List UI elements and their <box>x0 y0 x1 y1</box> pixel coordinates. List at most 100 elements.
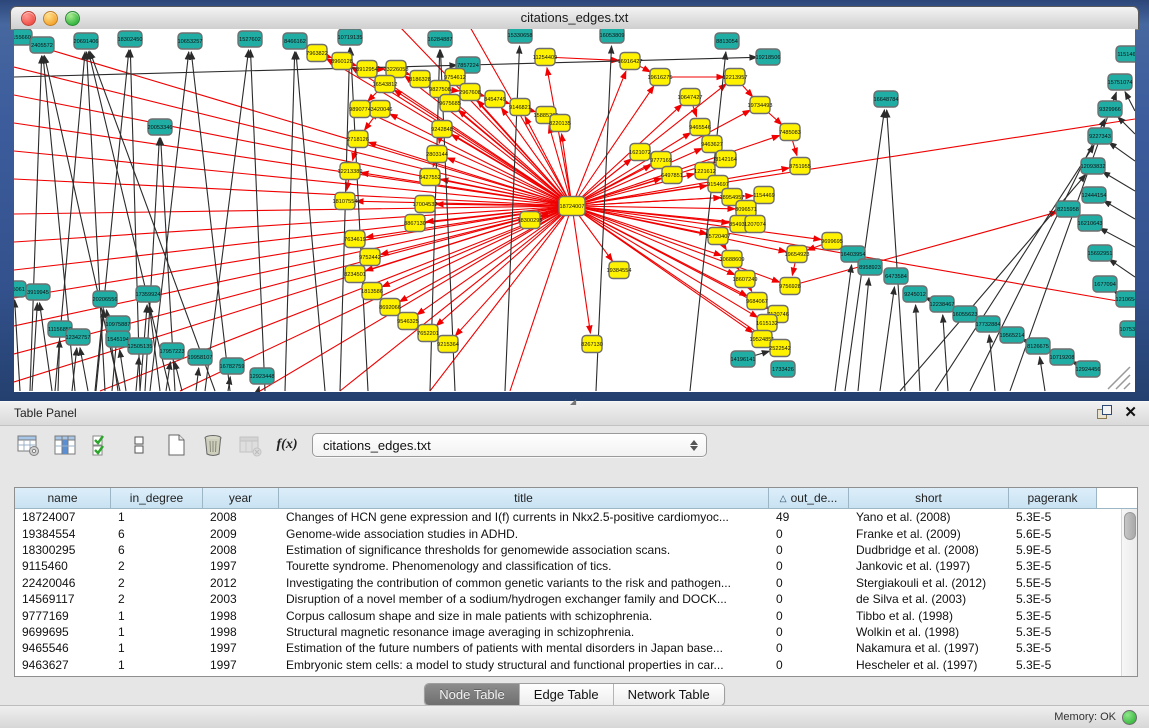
graph-node-label: 1527602 <box>239 37 261 43</box>
graph-node-label: 23420046 <box>368 107 393 113</box>
rows-icon[interactable] <box>127 433 151 457</box>
graph-node-label: 1677094 <box>1094 282 1116 288</box>
minimize-window-button[interactable] <box>43 11 58 26</box>
combobox-value: citations_edges.txt <box>313 438 686 453</box>
graph-node-label: 1813586 <box>361 289 383 295</box>
graph-node-label: 8234501 <box>344 272 366 278</box>
row-selection-icon[interactable] <box>90 433 114 457</box>
graph-node-label: 8867130 <box>404 221 426 227</box>
graph-node-label: 20691406 <box>74 39 99 45</box>
graph-node-label: 17957223 <box>160 349 185 355</box>
table-row[interactable]: 977716911998Corpus callosum shape and si… <box>15 607 1121 623</box>
zoom-window-button[interactable] <box>65 11 80 26</box>
window-controls <box>21 11 80 26</box>
graph-node-label: 8505061 <box>14 287 25 293</box>
graph-node-label: 9752442 <box>359 255 381 261</box>
table-vertical-scrollbar[interactable] <box>1121 509 1137 676</box>
graph-node-label: 8096571 <box>735 207 757 213</box>
graph-node-label: 12923448 <box>250 374 275 380</box>
graph-node-label: 10753442 <box>1120 327 1135 333</box>
graph-node-label: 18300295 <box>518 218 543 224</box>
table-cell: 5.3E-5 <box>1009 510 1097 524</box>
table-cell: 19384554 <box>15 527 111 541</box>
graph-node-label: 16648784 <box>874 97 899 103</box>
graph-node-label: 16916427 <box>618 59 643 65</box>
table-cell: 0 <box>769 641 849 655</box>
graph-node-label: 8912954 <box>356 67 378 73</box>
table-header-row: namein_degreeyeartitle△out_de...shortpag… <box>15 488 1137 509</box>
table-cell: Investigating the contribution of common… <box>279 576 769 590</box>
table-cell: 5.3E-5 <box>1009 592 1097 606</box>
column-header-name[interactable]: name <box>15 488 111 508</box>
new-file-icon[interactable] <box>164 433 188 457</box>
table-cell: Estimation of the future numbers of pati… <box>279 641 769 655</box>
graph-node-label: 1221612 <box>694 169 716 175</box>
column-header-out_de[interactable]: △out_de... <box>769 488 849 508</box>
table-cell: 5.3E-5 <box>1009 641 1097 655</box>
close-panel-icon[interactable]: ✕ <box>1124 405 1137 420</box>
graph-node-label: 7963822 <box>306 51 328 57</box>
memory-status-label: Memory: OK <box>1054 711 1116 723</box>
table-cell: 9699695 <box>15 625 111 639</box>
graph-node-label: 8126675 <box>1027 344 1049 350</box>
table-cell: 9777169 <box>15 609 111 623</box>
table-cell: 0 <box>769 609 849 623</box>
column-header-year[interactable]: year <box>203 488 279 508</box>
graph-node-label: 12213389 <box>338 169 363 175</box>
table-row[interactable]: 1938455462009Genome-wide association stu… <box>15 525 1121 541</box>
network-window-titlebar[interactable]: citations_edges.txt <box>10 6 1139 30</box>
graph-node-label: 9155660 <box>14 35 31 41</box>
float-panel-icon[interactable] <box>1097 405 1112 420</box>
column-header-short[interactable]: short <box>849 488 1009 508</box>
table-row[interactable]: 946362711997Embryonic stem cells: a mode… <box>15 657 1121 673</box>
column-header-in_degree[interactable]: in_degree <box>111 488 203 508</box>
table-row[interactable]: 2242004622012Investigating the contribut… <box>15 575 1121 591</box>
table-cell: Hescheler et al. (1997) <box>849 658 1009 672</box>
table-row[interactable]: 1456911722003Disruption of a novel membe… <box>15 591 1121 607</box>
graph-node-label: 8692066 <box>379 305 401 311</box>
graph-node-label: 16543812 <box>373 82 398 88</box>
table-row[interactable]: 1872400712008Changes of HCN gene express… <box>15 509 1121 525</box>
column-header-pagerank[interactable]: pagerank <box>1009 488 1097 508</box>
node-table: namein_degreeyeartitle△out_de...shortpag… <box>14 487 1138 677</box>
graph-node-label: 9215364 <box>437 342 459 348</box>
table-row[interactable]: 911546021997Tourette syndrome. Phenomeno… <box>15 558 1121 574</box>
table-body[interactable]: 1872400712008Changes of HCN gene express… <box>15 509 1121 676</box>
table-settings-icon[interactable] <box>16 433 40 457</box>
table-cell: Tourette syndrome. Phenomenology and cla… <box>279 559 769 573</box>
scrollbar-thumb[interactable] <box>1124 512 1136 540</box>
table-row[interactable]: 1830029562008Estimation of significance … <box>15 542 1121 558</box>
tab-network-table[interactable]: Network Table <box>614 684 724 705</box>
graph-node-label: 15720407 <box>706 234 731 240</box>
combobox-stepper-icon <box>686 440 702 451</box>
table-cell: Nakamura et al. (1997) <box>849 641 1009 655</box>
table-cell: Dudbridge et al. (2008) <box>849 543 1009 557</box>
graph-node-label: 1151468 <box>1117 52 1135 58</box>
table-cell: Yano et al. (2008) <box>849 510 1009 524</box>
table-cell: 5.9E-5 <box>1009 543 1097 557</box>
close-window-button[interactable] <box>21 11 36 26</box>
table-cell: 18724007 <box>15 510 111 524</box>
citation-network-graph[interactable]: 9155660240557220691406183024501065325715… <box>14 29 1135 392</box>
graph-node-label: 2405572 <box>31 43 53 49</box>
graph-node-label: 12444154 <box>1082 193 1107 199</box>
graph-node-label: 12093832 <box>1081 164 1106 170</box>
graph-node-label: 8454749 <box>484 97 506 103</box>
resize-grip-icon[interactable] <box>1104 365 1134 391</box>
function-builder-icon[interactable]: f(x) <box>275 433 299 457</box>
graph-node-label: 10975887 <box>106 322 131 328</box>
column-visibility-icon[interactable] <box>53 433 77 457</box>
table-row[interactable]: 946554611997Estimation of the future num… <box>15 640 1121 656</box>
graph-node-label: 8751955 <box>789 164 811 170</box>
delete-trash-icon[interactable] <box>201 433 225 457</box>
graph-node-label: 18724007 <box>560 204 585 210</box>
network-canvas[interactable]: 9155660240557220691406183024501065325715… <box>14 29 1135 392</box>
tab-node-table[interactable]: Node Table <box>425 684 520 705</box>
graph-node-label: 9890774 <box>349 107 371 113</box>
panel-resize-grip-icon[interactable]: ◢ <box>570 398 580 405</box>
table-row[interactable]: 969969511998Structural magnetic resonanc… <box>15 624 1121 640</box>
column-header-title[interactable]: title <box>279 488 769 508</box>
tab-edge-table[interactable]: Edge Table <box>520 684 614 705</box>
graph-node-label: 2967608 <box>459 90 481 96</box>
table-source-combobox[interactable]: citations_edges.txt <box>312 433 707 457</box>
